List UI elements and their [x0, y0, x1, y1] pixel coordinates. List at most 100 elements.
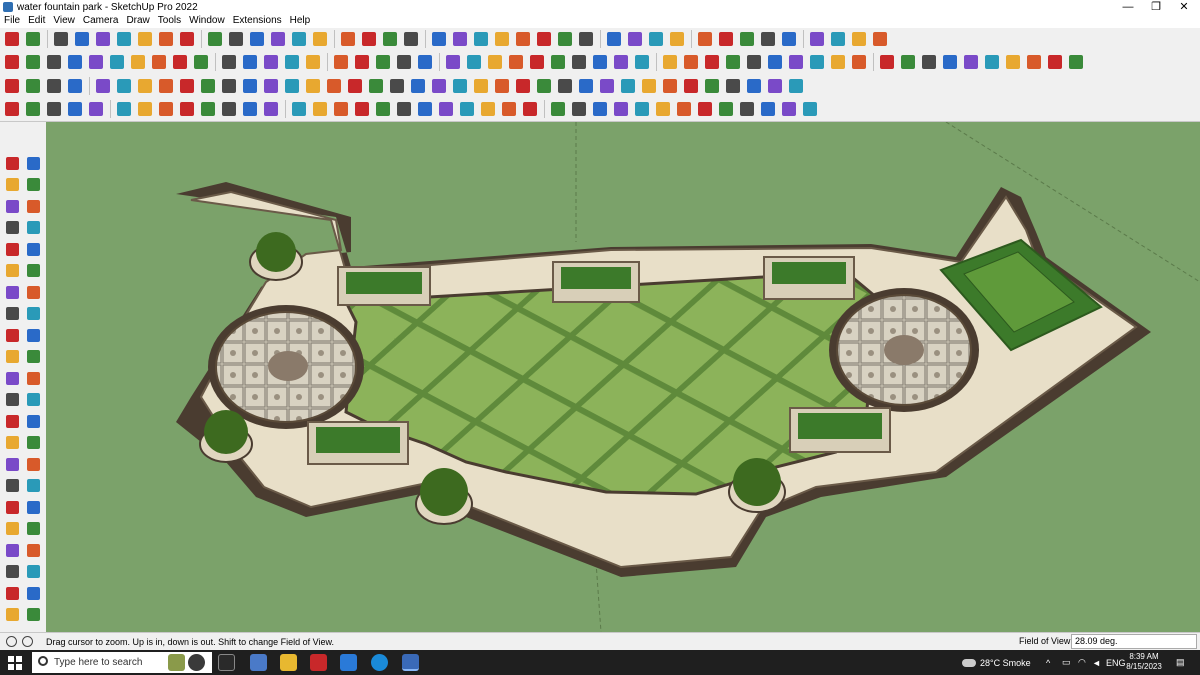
left-tool-button[interactable]: [3, 369, 21, 387]
toolbar-tool-button[interactable]: [44, 52, 64, 72]
left-tool-button[interactable]: [3, 455, 21, 473]
toolbar-tool-button[interactable]: [156, 99, 176, 119]
toolbar-tool-button[interactable]: [436, 99, 456, 119]
toolbar-tool-button[interactable]: [331, 99, 351, 119]
menu-draw[interactable]: Draw: [122, 14, 153, 28]
toolbar-tool-button[interactable]: [51, 29, 71, 49]
toolbar-tool-button[interactable]: [520, 99, 540, 119]
toolbar-tool-button[interactable]: [156, 29, 176, 49]
toolbar-tool-button[interactable]: [23, 52, 43, 72]
toolbar-tool-button[interactable]: [758, 29, 778, 49]
toolbar-tool-button[interactable]: [450, 29, 470, 49]
toolbar-tool-button[interactable]: [359, 29, 379, 49]
toolbar-tool-button[interactable]: [303, 76, 323, 96]
toolbar-tool-button[interactable]: [611, 52, 631, 72]
toolbar-tool-button[interactable]: [485, 52, 505, 72]
left-tool-button[interactable]: [3, 283, 21, 301]
toolbar-tool-button[interactable]: [72, 29, 92, 49]
left-tool-button[interactable]: [24, 606, 42, 624]
left-tool-button[interactable]: [3, 197, 21, 215]
left-tool-button[interactable]: [3, 412, 21, 430]
toolbar-tool-button[interactable]: [702, 76, 722, 96]
toolbar-tool-button[interactable]: [289, 29, 309, 49]
toolbar-tool-button[interactable]: [828, 52, 848, 72]
close-button[interactable]: ✕: [1166, 0, 1200, 14]
toolbar-tool-button[interactable]: [779, 29, 799, 49]
tray-volume-icon[interactable]: ◄: [1092, 650, 1101, 675]
toolbar-tool-button[interactable]: [44, 76, 64, 96]
left-tool-button[interactable]: [3, 154, 21, 172]
toolbar-tool-button[interactable]: [744, 52, 764, 72]
left-tool-button[interactable]: [3, 520, 21, 538]
toolbar-tool-button[interactable]: [800, 99, 820, 119]
toolbar-tool-button[interactable]: [765, 52, 785, 72]
toolbar-tool-button[interactable]: [744, 76, 764, 96]
toolbar-tool-button[interactable]: [590, 99, 610, 119]
toolbar-tool-button[interactable]: [569, 99, 589, 119]
notifications-icon[interactable]: ▤: [1176, 650, 1185, 675]
toolbar-tool-button[interactable]: [457, 99, 477, 119]
toolbar-tool-button[interactable]: [737, 29, 757, 49]
toolbar-tool-button[interactable]: [86, 99, 106, 119]
toolbar-tool-button[interactable]: [268, 29, 288, 49]
toolbar-tool-button[interactable]: [660, 52, 680, 72]
toolbar-tool-button[interactable]: [429, 76, 449, 96]
toolbar-tool-button[interactable]: [597, 76, 617, 96]
left-tool-button[interactable]: [24, 563, 42, 581]
toolbar-tool-button[interactable]: [135, 99, 155, 119]
toolbar-tool-button[interactable]: [695, 29, 715, 49]
toolbar-tool-button[interactable]: [681, 52, 701, 72]
toolbar-tool-button[interactable]: [240, 52, 260, 72]
toolbar-tool-button[interactable]: [765, 76, 785, 96]
info-icon[interactable]: [22, 636, 33, 647]
toolbar-tool-button[interactable]: [310, 29, 330, 49]
toolbar-tool-button[interactable]: [786, 76, 806, 96]
left-tool-button[interactable]: [24, 520, 42, 538]
toolbar-tool-button[interactable]: [611, 99, 631, 119]
toolbar-tool-button[interactable]: [695, 99, 715, 119]
toolbar-tool-button[interactable]: [849, 52, 869, 72]
toolbar-tool-button[interactable]: [492, 29, 512, 49]
toolbar-tool-button[interactable]: [135, 29, 155, 49]
toolbar-tool-button[interactable]: [219, 99, 239, 119]
toolbar-tool-button[interactable]: [464, 52, 484, 72]
toolbar-tool-button[interactable]: [198, 76, 218, 96]
menu-edit[interactable]: Edit: [24, 14, 49, 28]
toolbar-tool-button[interactable]: [506, 52, 526, 72]
toolbar-tool-button[interactable]: [604, 29, 624, 49]
toolbar-tool-button[interactable]: [653, 99, 673, 119]
toolbar-tool-button[interactable]: [114, 76, 134, 96]
toolbar-tool-button[interactable]: [548, 52, 568, 72]
sketchup-taskbar-icon[interactable]: [402, 654, 419, 671]
toolbar-tool-button[interactable]: [149, 52, 169, 72]
toolbar-tool-button[interactable]: [177, 29, 197, 49]
toolbar-tool-button[interactable]: [877, 52, 897, 72]
left-tool-button[interactable]: [24, 541, 42, 559]
left-tool-button[interactable]: [3, 498, 21, 516]
toolbar-tool-button[interactable]: [310, 99, 330, 119]
menu-tools[interactable]: Tools: [154, 14, 185, 28]
toolbar-tool-button[interactable]: [23, 76, 43, 96]
left-tool-button[interactable]: [3, 219, 21, 237]
left-tool-button[interactable]: [3, 563, 21, 581]
toolbar-tool-button[interactable]: [478, 99, 498, 119]
toolbar-tool-button[interactable]: [639, 76, 659, 96]
toolbar-tool-button[interactable]: [982, 52, 1002, 72]
toolbar-tool-button[interactable]: [219, 76, 239, 96]
left-tool-button[interactable]: [3, 391, 21, 409]
toolbar-tool-button[interactable]: [65, 76, 85, 96]
toolbar-tool-button[interactable]: [513, 76, 533, 96]
toolbar-tool-button[interactable]: [849, 29, 869, 49]
toolbar-tool-button[interactable]: [534, 76, 554, 96]
toolbar-tool-button[interactable]: [723, 52, 743, 72]
toolbar-tool-button[interactable]: [828, 29, 848, 49]
toolbar-tool-button[interactable]: [170, 52, 190, 72]
toolbar-tool-button[interactable]: [870, 29, 890, 49]
toolbar-tool-button[interactable]: [345, 76, 365, 96]
toolbar-tool-button[interactable]: [2, 76, 22, 96]
toolbar-tool-button[interactable]: [303, 52, 323, 72]
toolbar-tool-button[interactable]: [1066, 52, 1086, 72]
left-tool-button[interactable]: [24, 348, 42, 366]
toolbar-tool-button[interactable]: [198, 99, 218, 119]
input-language[interactable]: ENG: [1106, 650, 1126, 675]
